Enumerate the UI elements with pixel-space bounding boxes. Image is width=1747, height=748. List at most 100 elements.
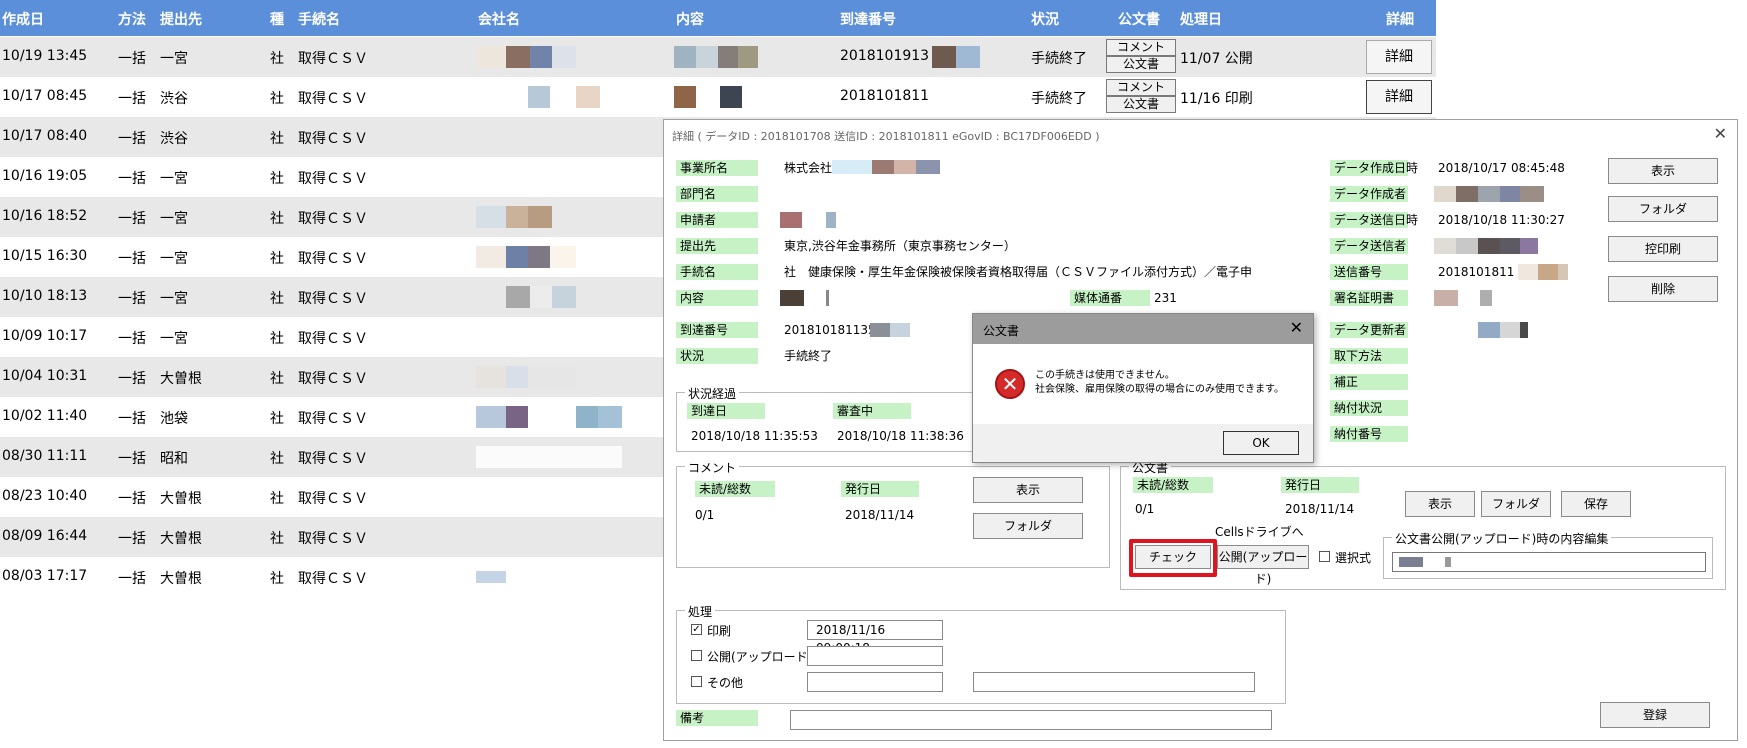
- print-copy-button[interactable]: 控印刷: [1608, 236, 1718, 262]
- cells-label: Cellsドライブへ: [1215, 525, 1304, 539]
- cell-status: 手続終了: [1031, 91, 1087, 107]
- redacted-office: [832, 160, 940, 174]
- label-withdraw: 取下方法: [1330, 348, 1408, 364]
- cell-dest: 一宮: [160, 251, 188, 267]
- doc-button[interactable]: 公文書: [1106, 56, 1176, 73]
- folder-button[interactable]: フォルダ: [1608, 196, 1718, 222]
- col-procdate[interactable]: 処理日: [1180, 9, 1222, 29]
- col-doc[interactable]: 公文書: [1118, 9, 1160, 29]
- error-dialog: 公文書 ✕ ✕ この手続きは使用できません。 社会保険、雇用保険の取得の場合にの…: [972, 313, 1314, 463]
- cell-kind: 社: [270, 131, 284, 147]
- detail-button[interactable]: 詳細: [1366, 40, 1432, 74]
- publish-button[interactable]: 公開(アップロード): [1217, 545, 1309, 586]
- doc-save-button[interactable]: 保存: [1561, 491, 1631, 517]
- ok-button[interactable]: OK: [1223, 431, 1299, 455]
- cell-method: 一括: [118, 371, 146, 387]
- cell-proc: 取得ＣＳＶ: [298, 131, 368, 147]
- value-dept: [780, 186, 1020, 202]
- cell-procdate: 11/16 印刷: [1180, 91, 1253, 107]
- comment-group: コメント 未読/総数 発行日 0/1 2018/11/14 表示 フォルダ: [676, 459, 1110, 568]
- comment-show-button[interactable]: 表示: [973, 477, 1083, 503]
- cell-dest: 一宮: [160, 211, 188, 227]
- edit-legend: 公文書公開(アップロード)時の内容編集: [1392, 530, 1612, 547]
- other-text-field[interactable]: [973, 672, 1255, 692]
- redacted-arrival: [870, 323, 910, 337]
- comment-button[interactable]: コメント: [1106, 39, 1176, 56]
- cell-created: 10/09 10:17: [2, 328, 88, 344]
- delete-button[interactable]: 削除: [1608, 276, 1718, 302]
- col-kind[interactable]: 種: [270, 9, 284, 29]
- other-date-field[interactable]: [807, 672, 943, 692]
- col-content[interactable]: 内容: [676, 9, 704, 29]
- dialog-close-icon[interactable]: ✕: [1290, 318, 1303, 337]
- value-creator: [1434, 186, 1568, 202]
- print-date-field[interactable]: 2018/11/16 09:00:18: [807, 620, 943, 655]
- cell-dest: 渋谷: [160, 131, 188, 147]
- cell-dest: 大曽根: [160, 571, 202, 587]
- value-review: 2018/10/18 11:38:36: [833, 428, 973, 444]
- register-button[interactable]: 登録: [1600, 702, 1710, 728]
- check-button[interactable]: チェック: [1135, 545, 1211, 569]
- doc-value-issue: 2018/11/14: [1281, 501, 1385, 517]
- dialog-title: 公文書: [983, 324, 1020, 338]
- remarks-field[interactable]: [790, 710, 1272, 730]
- cell-dest: 一宮: [160, 51, 188, 67]
- cell-proc: 取得ＣＳＶ: [298, 491, 368, 507]
- cell-proc: 取得ＣＳＶ: [298, 531, 368, 547]
- dialog-message: この手続きは使用できません。 社会保険、雇用保険の取得の場合にのみ使用できます。: [1035, 369, 1284, 397]
- cell-method: 一括: [118, 251, 146, 267]
- doc-show-button[interactable]: 表示: [1405, 491, 1475, 517]
- label-cert: 署名証明書: [1330, 290, 1408, 306]
- cell-created: 10/10 18:13: [2, 288, 88, 304]
- table-header: 作成日 方法 提出先 種 手続名 会社名 内容 到達番号 状況 公文書 処理日 …: [0, 0, 1436, 36]
- cell-kind: 社: [270, 291, 284, 307]
- col-dest[interactable]: 提出先: [160, 9, 202, 29]
- col-company[interactable]: 会社名: [478, 9, 520, 29]
- redacted-company: [528, 86, 600, 108]
- label-correction: 補正: [1330, 374, 1408, 390]
- redacted-company: [476, 406, 622, 428]
- cell-dest: 池袋: [160, 411, 188, 427]
- show-button[interactable]: 表示: [1608, 158, 1718, 184]
- comment-button[interactable]: コメント: [1106, 79, 1176, 96]
- cell-kind: 社: [270, 211, 284, 227]
- edit-field[interactable]: [1392, 552, 1706, 572]
- col-arrival[interactable]: 到達番号: [840, 9, 896, 29]
- table-row[interactable]: 10/19 13:45 一括 一宮 社 取得ＣＳＶ 2018101913 手続終…: [0, 37, 1436, 77]
- other-checkbox[interactable]: [691, 676, 702, 687]
- label-dest: 提出先: [676, 238, 758, 254]
- label-office: 事業所名: [676, 160, 758, 176]
- edit-group: 公文書公開(アップロード)時の内容編集: [1383, 530, 1713, 579]
- col-status[interactable]: 状況: [1031, 9, 1059, 29]
- close-icon[interactable]: ✕: [1714, 124, 1727, 143]
- cell-kind: 社: [270, 91, 284, 107]
- cell-proc: 取得ＣＳＶ: [298, 451, 368, 467]
- print-checkbox[interactable]: ✓: [691, 624, 702, 635]
- doc-folder-button[interactable]: フォルダ: [1481, 491, 1551, 517]
- cell-dest: 一宮: [160, 331, 188, 347]
- progress-legend: 状況経過: [685, 385, 740, 402]
- cell-kind: 社: [270, 51, 284, 67]
- cell-kind: 社: [270, 371, 284, 387]
- table-row[interactable]: 10/17 08:45 一括 渋谷 社 取得ＣＳＶ 2018101811 手続終…: [0, 77, 1436, 117]
- col-created[interactable]: 作成日: [2, 9, 44, 29]
- other-label: その他: [707, 676, 744, 690]
- col-detail[interactable]: 詳細: [1386, 9, 1414, 29]
- publish-checkbox[interactable]: [691, 650, 702, 661]
- col-proc[interactable]: 手続名: [298, 9, 340, 29]
- cell-proc: 取得ＣＳＶ: [298, 371, 368, 387]
- col-method[interactable]: 方法: [118, 9, 146, 29]
- value-payment: [1434, 400, 1568, 416]
- value-cert: [1434, 290, 1564, 306]
- publish-date-field[interactable]: [807, 646, 943, 666]
- cell-dest: 大曽根: [160, 531, 202, 547]
- select-checkbox[interactable]: [1319, 551, 1330, 562]
- doc-button[interactable]: 公文書: [1106, 96, 1176, 113]
- detail-button[interactable]: 詳細: [1366, 80, 1432, 114]
- cell-proc: 取得ＣＳＶ: [298, 331, 368, 347]
- cell-dest: 大曽根: [160, 491, 202, 507]
- label-arrived: 到達日: [687, 403, 765, 419]
- error-icon: ✕: [995, 369, 1025, 399]
- comment-folder-button[interactable]: フォルダ: [973, 513, 1083, 539]
- print-label: 印刷: [707, 624, 732, 638]
